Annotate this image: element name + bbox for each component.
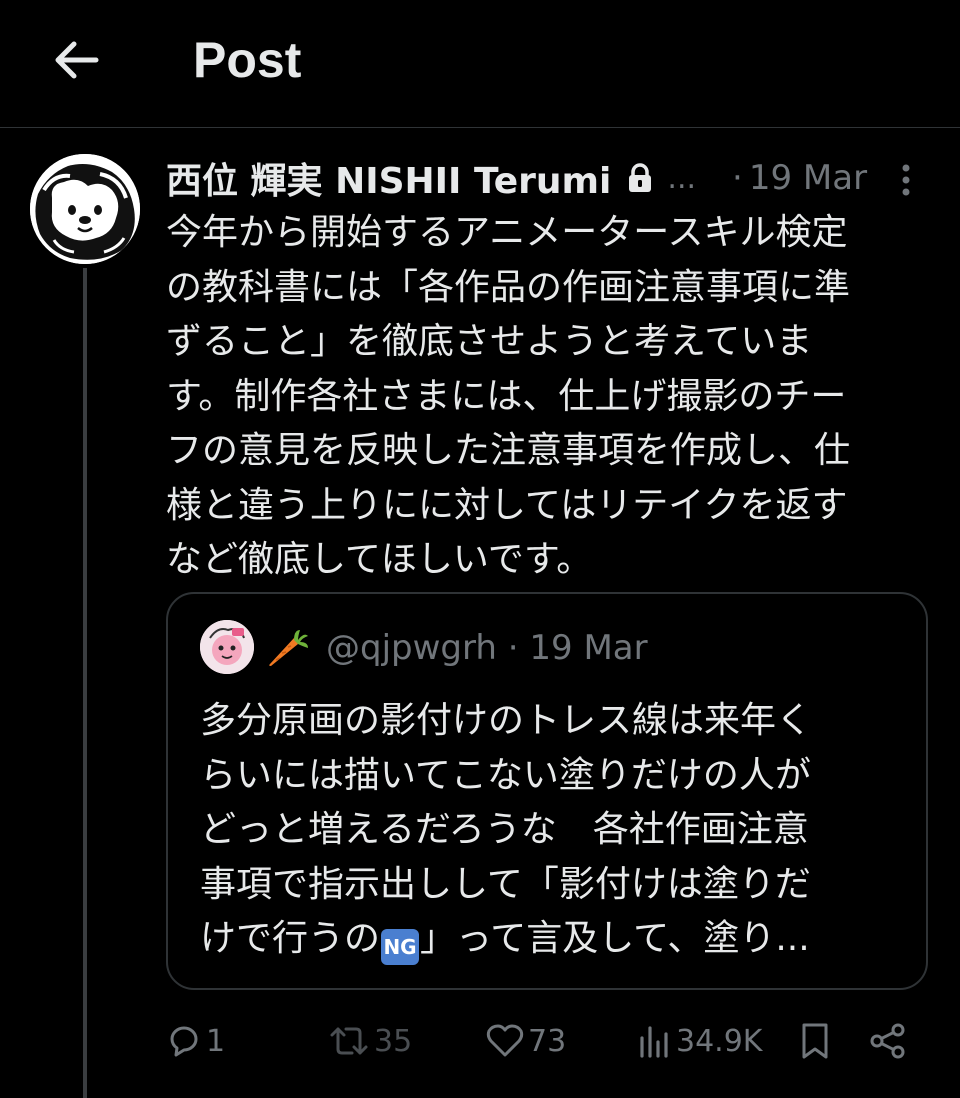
quoted-text-fragment: けで行うの (200, 918, 381, 959)
repost-count: 35 (374, 1023, 413, 1059)
like-button[interactable]: 73 (486, 1016, 566, 1066)
reply-count: 1 (206, 1023, 226, 1059)
quoted-text-line: 多分原画の影付けのトレス線は来年く (200, 700, 813, 741)
quoted-text-line: どっと増えるだろうな 各社作画注意 (200, 809, 809, 850)
post-text-line: など徹底してほしいです。 (166, 539, 593, 580)
post-header: 西位 輝実 NISHII Terumi ... · 19 Mar (166, 150, 936, 206)
post-text-line: フの意見を反映した注意事項を作成し、仕 (166, 430, 851, 471)
character-avatar-icon (200, 620, 254, 674)
more-vertical-icon (902, 164, 910, 196)
repost-icon (330, 1027, 368, 1055)
back-arrow-icon (55, 41, 99, 79)
bookmark-icon (802, 1023, 828, 1059)
thread-line (83, 268, 87, 1098)
view-count: 34.9K (676, 1023, 763, 1059)
repost-button[interactable]: 35 (328, 1016, 412, 1066)
quoted-text-line: けで行うの NG」って言及して、塗り... (200, 912, 900, 967)
post-text-line: 今年から開始するアニメータースキル検定 (166, 212, 848, 253)
reply-button[interactable]: 1 (166, 1016, 225, 1066)
views-button[interactable]: 34.9K (638, 1016, 762, 1066)
more-options-button[interactable] (888, 158, 924, 202)
author-avatar[interactable] (30, 154, 140, 264)
ng-emoji-badge: NG (381, 929, 420, 965)
like-count: 73 (528, 1023, 567, 1059)
quoted-author-handle: @qjpwgrh · 19 Mar (326, 626, 648, 670)
heart-icon (486, 1024, 524, 1057)
quoted-text-line: らいには描いてこない塗りだけの人が (200, 754, 811, 796)
quoted-handle: @qjpwgrh (326, 628, 497, 668)
post-text-line: ずること」を徹底させようと考えていま (166, 321, 813, 362)
quoted-text-line: 事項で指示出しして「影付けは塗りだ (200, 863, 811, 905)
name-truncation: ... (667, 160, 697, 196)
reply-icon (170, 1026, 198, 1057)
quoted-text: 多分原画の影付けのトレス線は来年く らいには描いてこない塗りだけの人が どっと増… (200, 694, 900, 967)
post-text-line: す。制作各社さまには、仕上げ撮影のチー (166, 375, 847, 417)
quoted-timestamp: 19 Mar (529, 628, 648, 668)
separator-dot: · (507, 628, 519, 668)
post-timestamp[interactable]: 19 Mar (749, 158, 867, 198)
bookmark-button[interactable] (800, 1016, 830, 1066)
author-name[interactable]: 西位 輝実 NISHII Terumi (166, 152, 611, 204)
separator-dot: · (732, 158, 743, 198)
post-text-line: の教科書には「各作品の作画注意事項に準 (166, 266, 851, 308)
post-text: 今年から開始するアニメータースキル検定 の教科書には「各作品の作画注意事項に準 … (166, 206, 936, 588)
share-button[interactable] (868, 1016, 908, 1066)
lock-icon (627, 163, 653, 193)
page-title: Post (193, 32, 302, 88)
quoted-text-fragment: 」って言及して、塗り... (420, 918, 810, 959)
action-bar: 1 35 73 34.9K (166, 1016, 916, 1066)
quoted-post[interactable]: @qjpwgrh · 19 Mar 多分原画の影付けのトレス線は来年く らいには… (166, 592, 928, 990)
dog-illustration-icon (30, 154, 140, 264)
carrot-emoji-icon (264, 628, 310, 672)
quoted-author-avatar (200, 620, 254, 674)
share-icon (870, 1023, 905, 1059)
post-text-line: 様と違う上りにに対してはリテイクを返す (166, 484, 848, 526)
back-button[interactable] (44, 28, 108, 92)
views-chart-icon (640, 1026, 668, 1058)
top-bar: Post (0, 0, 960, 128)
